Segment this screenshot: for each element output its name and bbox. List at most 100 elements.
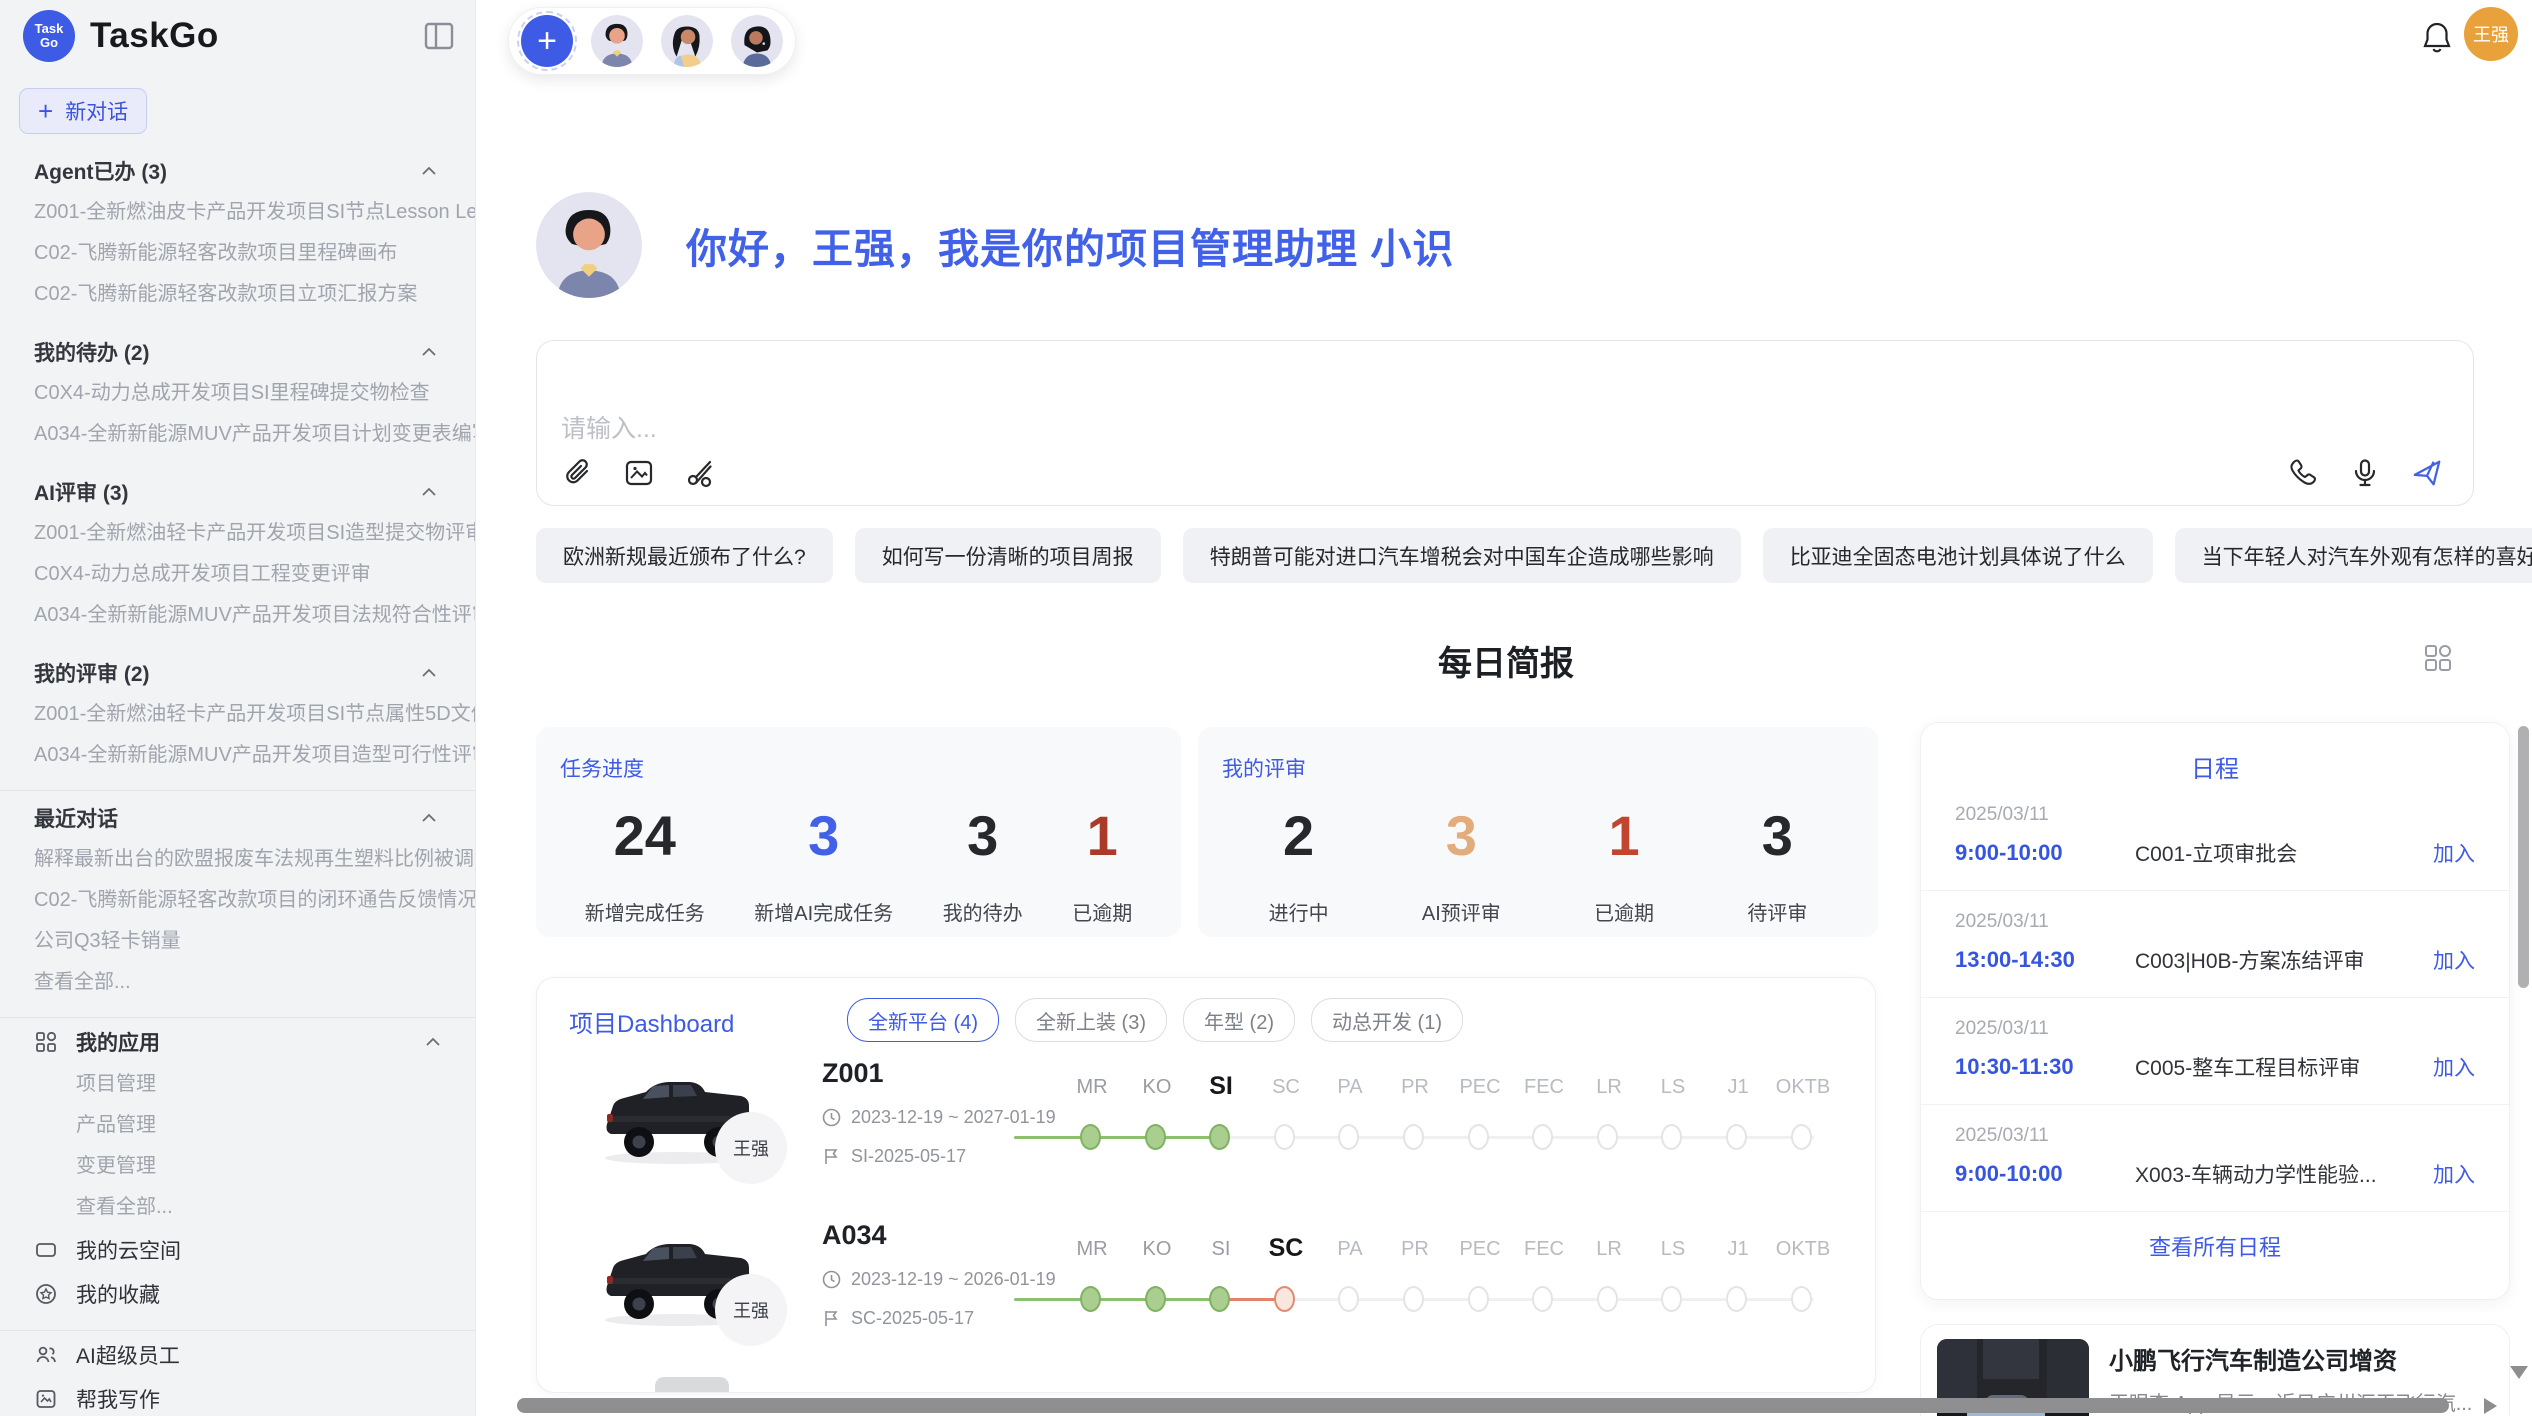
sidebar-header: Task Go TaskGo: [0, 0, 475, 74]
join-link[interactable]: 加入: [2433, 838, 2475, 868]
main-content: + 王强 你好，王强，我是你的项目管理助理 小识 请输入...: [476, 0, 2532, 1416]
tab-new-platform[interactable]: 全新平台 (4): [847, 998, 999, 1042]
new-chat-button[interactable]: + 新对话: [19, 88, 147, 134]
suggestion-chip[interactable]: 如何写一份清晰的项目周报: [855, 528, 1161, 583]
section-header-my-todo[interactable]: 我的待办 (2): [0, 331, 475, 373]
project-dates: 2023-12-19 ~ 2026-01-19: [822, 1269, 1052, 1290]
suggestion-chip[interactable]: 特朗普可能对进口汽车增税会对中国车企造成哪些影响: [1183, 528, 1741, 583]
schedule-item: 2025/03/11 9:00-10:00 C001-立项审批会 加入: [1921, 784, 2509, 891]
sidebar-item-ai-staff[interactable]: AI超级员工: [0, 1333, 475, 1377]
project-milestone-date: SC-2025-05-17: [822, 1308, 1052, 1329]
section-header-ai-review[interactable]: AI评审 (3): [0, 471, 475, 513]
layout-grid-icon[interactable]: [2422, 642, 2454, 674]
microphone-icon[interactable]: [2349, 457, 2381, 489]
sidebar-task-item[interactable]: A034-全新新能源MUV产品开发项目法规符合性评审: [0, 595, 475, 636]
stat-new-ai-done: 3新增AI完成任务: [754, 805, 893, 926]
view-all-schedule-link[interactable]: 查看所有日程: [1921, 1212, 2509, 1262]
agent-avatar-1[interactable]: [591, 15, 643, 67]
recent-chat-item[interactable]: 解释最新出台的欧盟报废车法规再生塑料比例被调至15%...: [0, 839, 475, 880]
tab-year-model[interactable]: 年型 (2): [1183, 998, 1295, 1042]
milestone-timeline: MR KO SI SC PA PR PEC FEC LR LS J1 OKTB: [1059, 1238, 1849, 1348]
milestone-dot: [1661, 1124, 1682, 1150]
paperclip-icon[interactable]: [561, 457, 593, 489]
schedule-time: 9:00-10:00: [1955, 1161, 2135, 1187]
user-avatar[interactable]: 王强: [2464, 7, 2518, 61]
tab-new-body[interactable]: 全新上装 (3): [1015, 998, 1167, 1042]
notifications-bell-icon[interactable]: [2420, 20, 2454, 56]
stat-new-done: 24新增完成任务: [585, 805, 705, 926]
milestone-label: OKTB: [1760, 1076, 1846, 1099]
vertical-scrollbar[interactable]: [2518, 726, 2529, 988]
agent-avatar-2[interactable]: [661, 15, 713, 67]
project-dashboard-card: 项目Dashboard 全新平台 (4) 全新上装 (3) 年型 (2) 动总开…: [536, 977, 1876, 1393]
sidebar-item-help-write[interactable]: 帮我写作: [0, 1377, 475, 1416]
sidebar-task-item[interactable]: A034-全新新能源MUV产品开发项目计划变更表编写: [0, 414, 475, 455]
my-apps-label: 我的应用: [76, 1027, 407, 1057]
chat-input-box[interactable]: 请输入...: [536, 340, 2474, 506]
image-icon[interactable]: [623, 457, 655, 489]
daily-brief-title: 每日简报: [536, 636, 2476, 685]
milestone-dot: [1080, 1124, 1101, 1150]
schedule-time: 9:00-10:00: [1955, 840, 2135, 866]
suggestion-chip[interactable]: 当下年轻人对汽车外观有怎样的喜好趋势: [2175, 528, 2532, 583]
divider: [0, 790, 475, 791]
input-send-tools: [2287, 457, 2443, 489]
join-link[interactable]: 加入: [2433, 1052, 2475, 1082]
scissors-icon[interactable]: [685, 457, 717, 489]
recent-chat-item[interactable]: C02-飞腾新能源轻客改款项目的闭环通告反馈情况: [0, 880, 475, 921]
sidebar-task-item[interactable]: A034-全新新能源MUV产品开发项目造型可行性评审: [0, 735, 475, 776]
scroll-down-arrow[interactable]: [2510, 1366, 2528, 1379]
project-row-a034[interactable]: 王强 A034 2023-12-19 ~ 2026-01-19 SC-2025-…: [537, 1216, 1876, 1378]
agent-avatar-3[interactable]: [731, 15, 783, 67]
section-header-my-review[interactable]: 我的评审 (2): [0, 652, 475, 694]
app-item-project-mgmt[interactable]: 项目管理: [0, 1064, 475, 1105]
flag-icon: [822, 1309, 841, 1328]
sidebar-task-item[interactable]: Z001-全新燃油皮卡产品开发项目SI节点Lesson Learn报告: [0, 192, 475, 233]
horizontal-scrollbar[interactable]: [517, 1398, 2449, 1413]
logo-text-top: Task: [35, 22, 64, 36]
write-doc-icon: [34, 1387, 58, 1411]
project-row-z001[interactable]: 王强 Z001 2023-12-19 ~ 2027-01-19 SI-2025-…: [537, 1054, 1876, 1216]
sidebar-item-favorites[interactable]: 我的收藏: [0, 1272, 475, 1316]
milestone-dot: [1209, 1124, 1230, 1150]
sidebar-item-cloud-space[interactable]: 我的云空间: [0, 1228, 475, 1272]
section-my-review: 我的评审 (2) Z001-全新燃油轻卡产品开发项目SI节点属性5D文件评审 A…: [0, 652, 475, 776]
section-header-recent-chats[interactable]: 最近对话: [0, 797, 475, 839]
suggestion-chip[interactable]: 欧洲新规最近颁布了什么?: [536, 528, 833, 583]
tab-powertrain[interactable]: 动总开发 (1): [1311, 998, 1463, 1042]
suggestion-chip[interactable]: 比亚迪全固态电池计划具体说了什么: [1763, 528, 2153, 583]
recent-chat-view-all[interactable]: 查看全部...: [0, 962, 475, 1003]
add-agent-button[interactable]: +: [521, 15, 573, 67]
recent-chat-item[interactable]: 公司Q3轻卡销量: [0, 921, 475, 962]
sidebar-task-item[interactable]: Z001-全新燃油轻卡产品开发项目SI节点属性5D文件评审: [0, 694, 475, 735]
favorites-label: 我的收藏: [76, 1279, 160, 1309]
schedule-name: X003-车辆动力学性能验...: [2135, 1159, 2433, 1189]
scroll-right-arrow[interactable]: [2484, 1398, 2497, 1414]
dashboard-title: 项目Dashboard: [569, 1004, 734, 1039]
phone-call-icon[interactable]: [2287, 457, 2319, 489]
schedule-title: 日程: [1921, 723, 2509, 784]
milestone-dot: [1145, 1286, 1166, 1312]
send-icon[interactable]: [2411, 457, 2443, 489]
sidebar-task-item[interactable]: C02-飞腾新能源轻客改款项目里程碑画布: [0, 233, 475, 274]
join-link[interactable]: 加入: [2433, 945, 2475, 975]
section-label: Agent已办 (3): [34, 156, 167, 186]
app-item-change-mgmt[interactable]: 变更管理: [0, 1146, 475, 1187]
chat-input-placeholder: 请输入...: [561, 409, 657, 445]
app-item-view-all[interactable]: 查看全部...: [0, 1187, 475, 1228]
milestone-dot: [1145, 1124, 1166, 1150]
collapse-sidebar-icon[interactable]: [424, 22, 454, 50]
sidebar-task-item[interactable]: C0X4-动力总成开发项目SI里程碑提交物检查: [0, 373, 475, 414]
sidebar-task-item[interactable]: C02-飞腾新能源轻客改款项目立项汇报方案: [0, 274, 475, 315]
section-label: 最近对话: [34, 803, 118, 833]
section-agent-done: Agent已办 (3) Z001-全新燃油皮卡产品开发项目SI节点Lesson …: [0, 150, 475, 315]
milestone-timeline: MR KO SI SC PA PR PEC FEC LR LS J1 OKTB: [1059, 1076, 1849, 1186]
join-link[interactable]: 加入: [2433, 1159, 2475, 1189]
project-info: Z001 2023-12-19 ~ 2027-01-19 SI-2025-05-…: [822, 1058, 1052, 1167]
section-label: 我的评审 (2): [34, 658, 150, 688]
sidebar-task-item[interactable]: C0X4-动力总成开发项目工程变更评审: [0, 554, 475, 595]
sidebar-item-my-apps[interactable]: 我的应用: [0, 1020, 475, 1064]
sidebar-task-item[interactable]: Z001-全新燃油轻卡产品开发项目SI造型提交物评审: [0, 513, 475, 554]
app-item-product-mgmt[interactable]: 产品管理: [0, 1105, 475, 1146]
section-header-agent-done[interactable]: Agent已办 (3): [0, 150, 475, 192]
